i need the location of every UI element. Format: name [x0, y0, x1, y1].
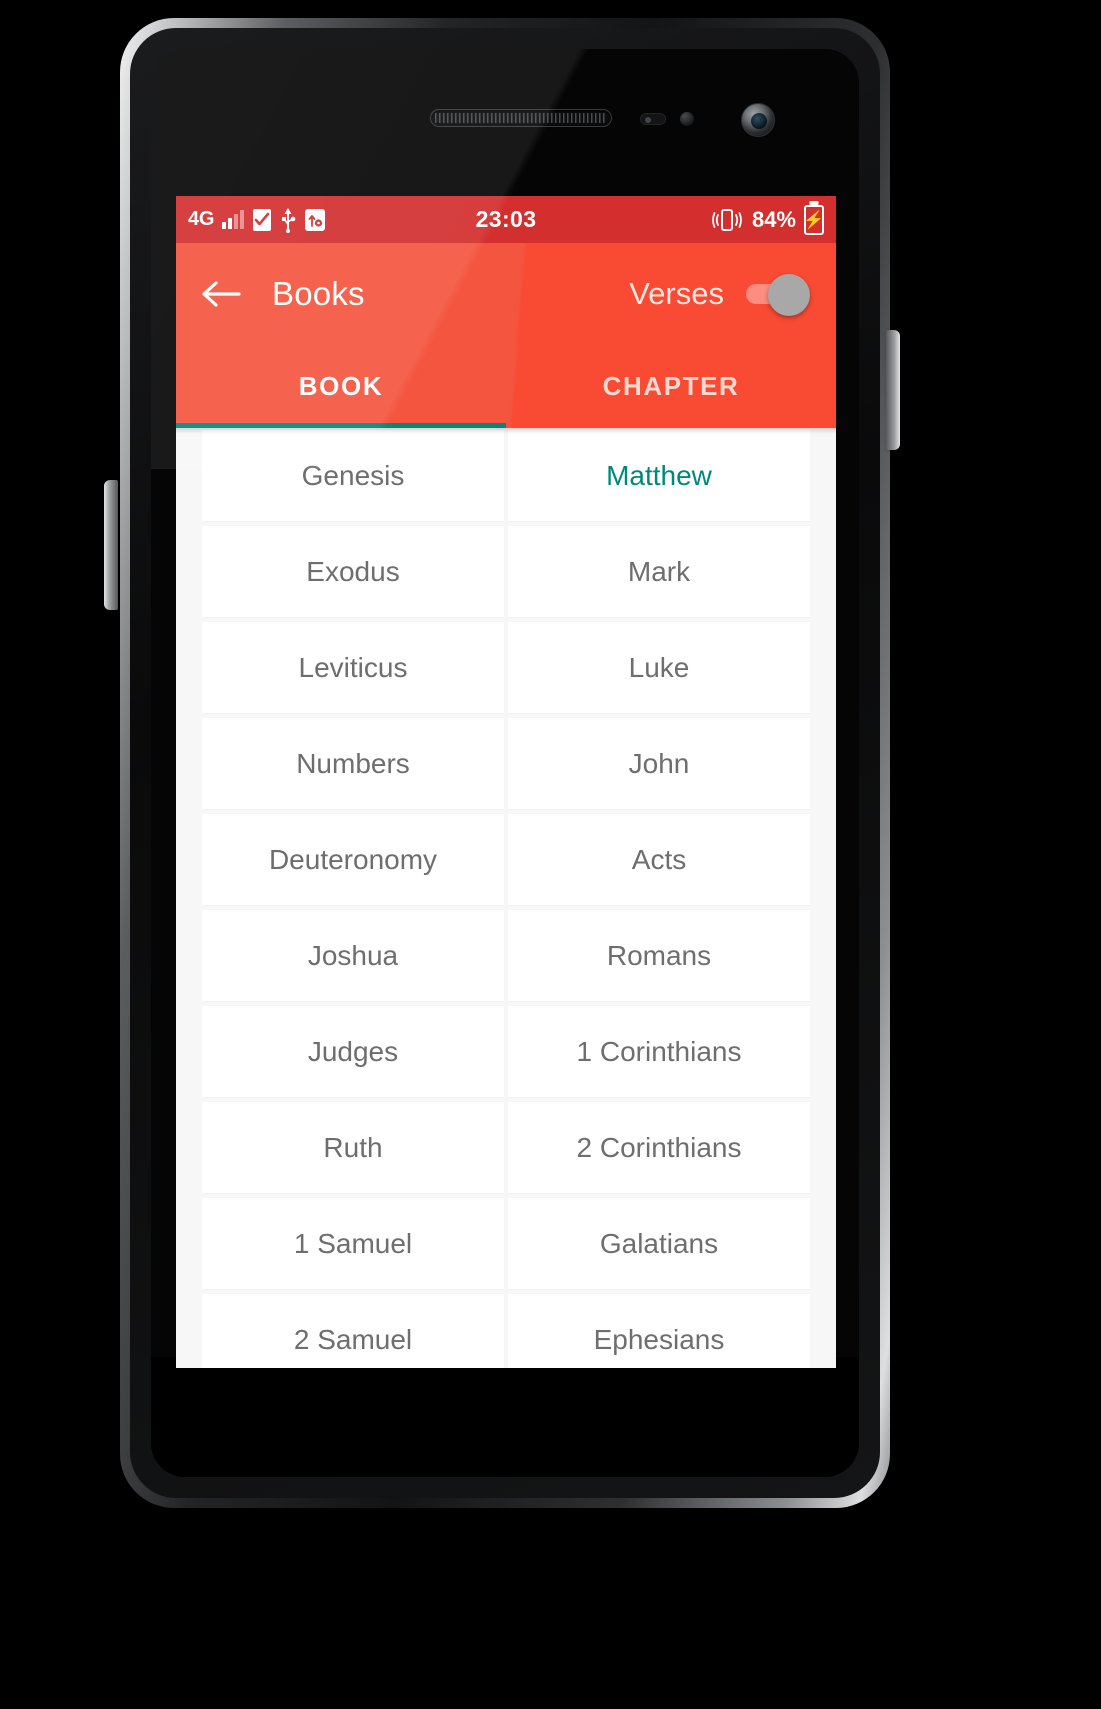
- book-cell[interactable]: Ephesians: [508, 1294, 810, 1368]
- table-row: 1 Samuel Galatians: [176, 1198, 836, 1290]
- book-cell[interactable]: Mark: [508, 526, 810, 618]
- book-cell[interactable]: Joshua: [202, 910, 504, 1002]
- book-cell[interactable]: Matthew: [508, 430, 810, 522]
- books-grid[interactable]: Genesis Matthew Exodus Mark Leviticus Lu…: [176, 428, 836, 1368]
- verses-toggle-group[interactable]: Verses: [629, 273, 810, 316]
- back-button[interactable]: [198, 271, 244, 317]
- front-camera-icon: [741, 103, 775, 137]
- app-bar: Books Verses: [176, 243, 836, 344]
- book-cell[interactable]: 2 Samuel: [202, 1294, 504, 1368]
- table-row: Judges 1 Corinthians: [176, 1006, 836, 1098]
- earpiece-speaker-icon: [430, 109, 612, 127]
- app-screen: 4G 23:03 84% ⚡ Books Verses BOOK CHAPTER…: [176, 196, 836, 1368]
- book-cell[interactable]: 1 Samuel: [202, 1198, 504, 1290]
- book-cell[interactable]: Deuteronomy: [202, 814, 504, 906]
- verses-label: Verses: [629, 275, 724, 311]
- usb-icon: [282, 207, 296, 233]
- book-cell[interactable]: Numbers: [202, 718, 504, 810]
- phone-chin: [151, 1357, 859, 1477]
- book-cell[interactable]: 2 Corinthians: [508, 1102, 810, 1194]
- table-row: Joshua Romans: [176, 910, 836, 1002]
- table-row: Deuteronomy Acts: [176, 814, 836, 906]
- book-cell[interactable]: Galatians: [508, 1198, 810, 1290]
- usb-debug-icon: [305, 208, 326, 231]
- book-cell[interactable]: Judges: [202, 1006, 504, 1098]
- table-row: 2 Samuel Ephesians: [176, 1294, 836, 1368]
- page-title: Books: [272, 274, 365, 312]
- back-arrow-icon: [202, 280, 241, 307]
- table-row: Genesis Matthew: [176, 430, 836, 522]
- signal-bars-icon: [222, 209, 245, 229]
- network-type-label: 4G: [188, 208, 215, 230]
- verses-toggle-switch[interactable]: [740, 273, 810, 316]
- tab-chapter[interactable]: CHAPTER: [506, 344, 836, 428]
- tab-book[interactable]: BOOK: [176, 344, 506, 428]
- book-cell[interactable]: Romans: [508, 910, 810, 1002]
- battery-charging-icon: ⚡: [803, 204, 825, 235]
- table-row: Numbers John: [176, 718, 836, 810]
- light-sensor-icon: [680, 112, 694, 126]
- table-row: Exodus Mark: [176, 526, 836, 618]
- book-cell[interactable]: Genesis: [202, 430, 504, 522]
- table-row: Ruth 2 Corinthians: [176, 1102, 836, 1194]
- toggle-thumb[interactable]: [768, 273, 810, 316]
- book-cell[interactable]: Acts: [508, 814, 810, 906]
- status-bar-right-icons: 84% ⚡: [710, 204, 825, 235]
- book-cell[interactable]: Ruth: [202, 1102, 504, 1194]
- book-cell[interactable]: Exodus: [202, 526, 504, 618]
- battery-percent-label: 84%: [751, 206, 796, 232]
- earpiece-mesh: [435, 113, 607, 123]
- book-cell[interactable]: John: [508, 718, 810, 810]
- sim-card-icon: [253, 208, 272, 231]
- book-cell[interactable]: 1 Corinthians: [508, 1006, 810, 1098]
- proximity-sensor-icon: [640, 113, 666, 125]
- charging-bolt-icon: ⚡: [803, 210, 825, 229]
- vibrate-icon: [712, 208, 742, 231]
- power-button[interactable]: [886, 330, 900, 450]
- table-row: Leviticus Luke: [176, 622, 836, 714]
- sensor-cluster: [151, 101, 859, 137]
- status-bar: 4G 23:03 84% ⚡: [176, 196, 836, 243]
- status-bar-left-icons: 4G: [188, 207, 710, 233]
- volume-rocker-button[interactable]: [104, 480, 118, 610]
- tab-bar: BOOK CHAPTER: [176, 344, 836, 428]
- book-cell[interactable]: Leviticus: [202, 622, 504, 714]
- book-cell[interactable]: Luke: [508, 622, 810, 714]
